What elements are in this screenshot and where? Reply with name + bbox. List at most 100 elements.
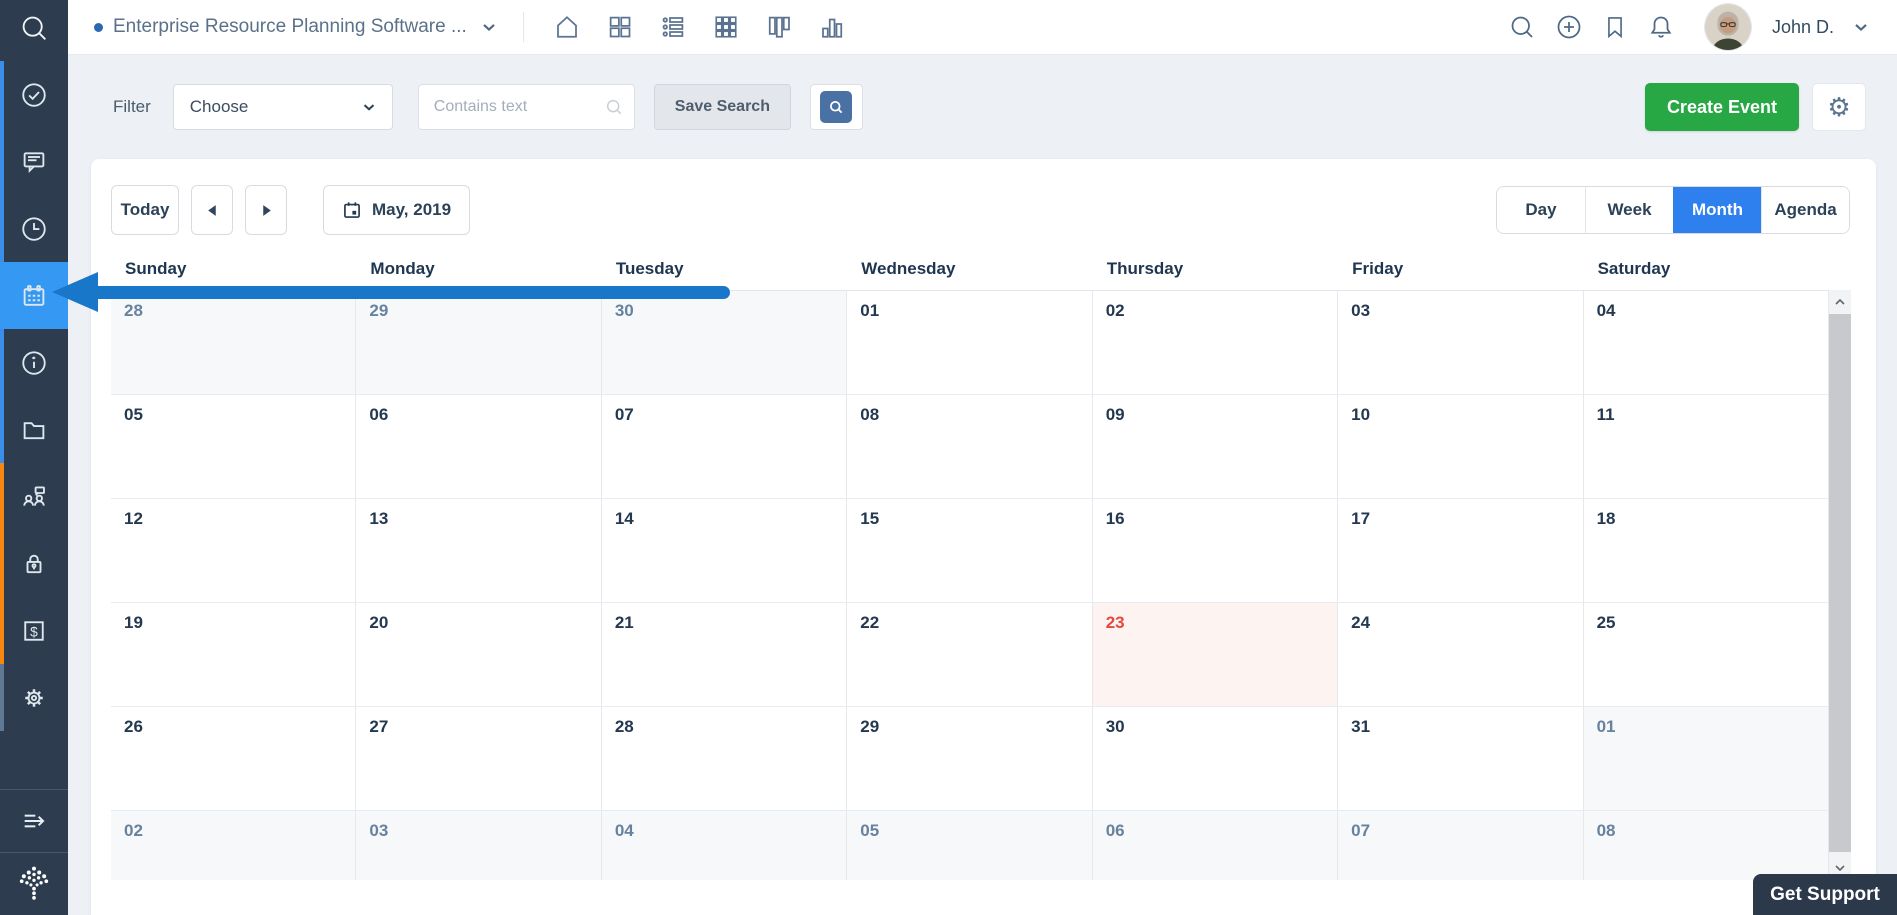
today-button[interactable]: Today [111, 185, 179, 235]
home-icon[interactable] [552, 12, 582, 42]
calendar-settings-button[interactable]: ⚙ [1812, 83, 1866, 131]
calendar-day-cell[interactable]: 06 [1093, 811, 1338, 880]
dow-label: Sunday [111, 259, 356, 279]
save-search-button[interactable]: Save Search [654, 84, 791, 130]
search-icon [604, 97, 624, 117]
plus-circle-icon[interactable] [1554, 12, 1584, 42]
get-support-button[interactable]: Get Support [1753, 874, 1897, 915]
saved-search-icon [820, 91, 852, 123]
sidebar-item-messages[interactable] [0, 128, 68, 195]
calendar-day-cell[interactable]: 07 [1338, 811, 1583, 880]
calendar-day-cell[interactable]: 05 [847, 811, 1092, 880]
sidebar-item-documents[interactable] [0, 396, 68, 463]
calendar-day-cell[interactable]: 16 [1093, 499, 1338, 603]
sidebar-item-history[interactable] [0, 195, 68, 262]
sidebar-item-settings[interactable] [0, 664, 68, 731]
saved-searches-button[interactable] [810, 84, 863, 130]
sidebar-logo[interactable] [0, 852, 68, 915]
period-label: May, 2019 [372, 200, 451, 220]
next-period-button[interactable] [245, 185, 287, 235]
calendar-scrollbar[interactable] [1829, 290, 1851, 880]
calendar-day-cell[interactable]: 27 [356, 707, 601, 811]
calendar-day-cell[interactable]: 31 [1338, 707, 1583, 811]
calendar-day-cell[interactable]: 05 [111, 395, 356, 499]
calendar-day-cell[interactable]: 08 [847, 395, 1092, 499]
calendar-day-cell[interactable]: 02 [111, 811, 356, 880]
calendar-day-cell[interactable]: 29 [847, 707, 1092, 811]
calendar-day-cell[interactable]: 15 [847, 499, 1092, 603]
calendar-day-cell[interactable]: 13 [356, 499, 601, 603]
avatar[interactable] [1705, 4, 1751, 50]
sidebar-item-tasks[interactable] [0, 61, 68, 128]
calendar-day-cell[interactable]: 25 [1584, 603, 1829, 707]
calendar-day-cell[interactable]: 06 [356, 395, 601, 499]
sidebar-item-finance[interactable]: $ [0, 597, 68, 664]
sidebar-item-security[interactable] [0, 530, 68, 597]
calendar-day-cell[interactable]: 21 [602, 603, 847, 707]
scroll-up-button[interactable] [1829, 290, 1851, 314]
app-title: Enterprise Resource Planning Software ..… [113, 16, 467, 38]
user-menu-chevron[interactable] [1851, 17, 1871, 37]
grid-2x2-icon[interactable] [605, 12, 635, 42]
filter-label: Filter [113, 97, 151, 117]
collapse-arrow-icon [18, 805, 50, 837]
calendar-day-cell[interactable]: 30 [1093, 707, 1338, 811]
contains-text-input[interactable] [418, 84, 635, 130]
scrollbar-thumb[interactable] [1829, 314, 1851, 852]
calendar-day-cell[interactable]: 09 [1093, 395, 1338, 499]
view-week-button[interactable]: Week [1585, 187, 1673, 233]
app-title-dropdown[interactable] [479, 17, 499, 37]
calendar-day-cell[interactable]: 19 [111, 603, 356, 707]
calendar-day-cell[interactable]: 20 [356, 603, 601, 707]
calendar-card: Today May, 2019 Day Week Month Agenda Su… [91, 159, 1876, 915]
calendar-day-cell[interactable]: 10 [1338, 395, 1583, 499]
check-circle-icon [19, 80, 49, 110]
list-icon[interactable] [658, 12, 688, 42]
calendar-day-cell[interactable]: 22 [847, 603, 1092, 707]
calendar-day-cell[interactable]: 28 [602, 707, 847, 811]
calendar-day-cell[interactable]: 12 [111, 499, 356, 603]
view-agenda-button[interactable]: Agenda [1761, 187, 1849, 233]
calendar-day-cell[interactable]: 04 [1584, 291, 1829, 395]
calendar-day-cell[interactable]: 03 [1338, 291, 1583, 395]
dow-label: Monday [356, 259, 601, 279]
calendar-day-cell[interactable]: 07 [602, 395, 847, 499]
calendar-day-cell[interactable]: 02 [1093, 291, 1338, 395]
calendar-day-cell[interactable]: 14 [602, 499, 847, 603]
sidebar-item-info[interactable] [0, 329, 68, 396]
calendar-day-cell[interactable]: 29 [356, 291, 601, 395]
calendar-day-cell-today[interactable]: 23 [1093, 603, 1338, 707]
calendar-day-cell[interactable]: 11 [1584, 395, 1829, 499]
chevron-down-icon [360, 98, 378, 116]
view-day-button[interactable]: Day [1497, 187, 1585, 233]
user-name[interactable]: John D. [1772, 17, 1834, 38]
bar-chart-icon[interactable] [817, 12, 847, 42]
view-month-button[interactable]: Month [1673, 187, 1761, 233]
calendar-day-cell[interactable]: 26 [111, 707, 356, 811]
grid-3x3-icon[interactable] [711, 12, 741, 42]
calendar-icon [342, 200, 362, 220]
sidebar-collapse-button[interactable] [0, 789, 68, 852]
filter-choose-select[interactable]: Choose [173, 84, 393, 130]
calendar-day-cell[interactable]: 18 [1584, 499, 1829, 603]
calendar-day-cell[interactable]: 08 [1584, 811, 1829, 880]
calendar-day-cell[interactable]: 24 [1338, 603, 1583, 707]
search-icon[interactable] [1507, 12, 1537, 42]
calendar-day-cell[interactable]: 17 [1338, 499, 1583, 603]
calendar-day-cell[interactable]: 03 [356, 811, 601, 880]
kanban-icon[interactable] [764, 12, 794, 42]
calendar-day-cell[interactable]: 28 [111, 291, 356, 395]
sidebar-item-calendar[interactable] [0, 262, 68, 329]
bell-icon[interactable] [1646, 12, 1676, 42]
period-picker-button[interactable]: May, 2019 [323, 185, 470, 235]
calendar-day-cell[interactable]: 30 [602, 291, 847, 395]
create-event-button[interactable]: Create Event [1645, 83, 1799, 131]
calendar-day-cell[interactable]: 04 [602, 811, 847, 880]
top-header: Enterprise Resource Planning Software ..… [68, 0, 1897, 55]
calendar-day-cell[interactable]: 01 [1584, 707, 1829, 811]
calendar-day-cell[interactable]: 01 [847, 291, 1092, 395]
sidebar-search-button[interactable] [0, 0, 68, 55]
prev-period-button[interactable] [191, 185, 233, 235]
bookmark-icon[interactable] [1601, 13, 1629, 41]
sidebar-item-community[interactable] [0, 463, 68, 530]
